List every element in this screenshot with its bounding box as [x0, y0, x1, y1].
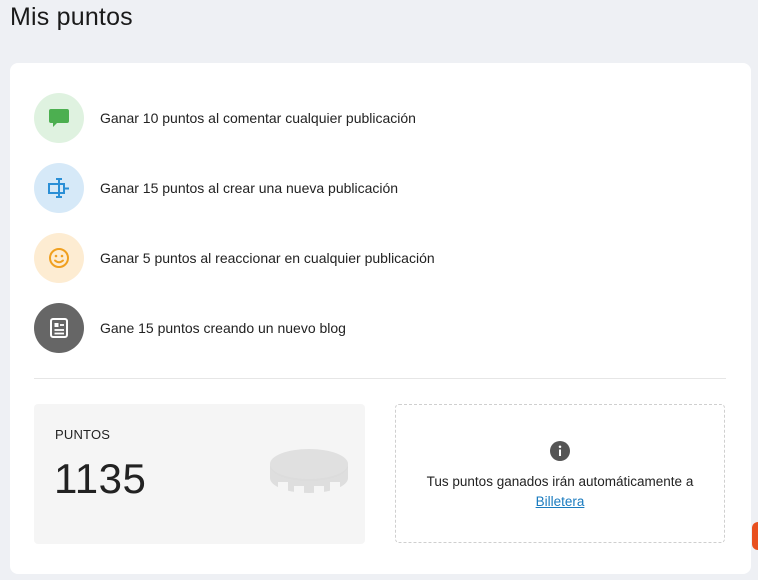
wallet-info-text: Tus puntos ganados irán automáticamente … [396, 472, 724, 512]
coin-icon [270, 449, 348, 495]
points-balance-box: PUNTOS 1135 [34, 404, 365, 544]
comment-icon [34, 93, 84, 143]
points-label: PUNTOS [55, 427, 111, 442]
points-value: 1135 [54, 455, 147, 502]
new-post-icon [34, 163, 84, 213]
rule-label: Ganar 5 puntos al reaccionar en cualquie… [100, 250, 435, 266]
rule-label: Ganar 15 puntos al crear una nueva publi… [100, 180, 399, 196]
divider [34, 378, 726, 379]
wallet-info-box: Tus puntos ganados irán automáticamente … [395, 404, 725, 543]
rule-label: Ganar 10 puntos al comentar cualquier pu… [100, 110, 416, 126]
rule-item-new-post: Ganar 15 puntos al crear una nueva publi… [34, 163, 726, 213]
wallet-link[interactable]: Billetera [536, 494, 585, 509]
page-title: Mis puntos [10, 3, 133, 31]
smiley-icon [34, 233, 84, 283]
info-icon [550, 441, 570, 461]
floating-widget-edge[interactable] [752, 522, 758, 550]
points-rules-list: Ganar 10 puntos al comentar cualquier pu… [34, 93, 726, 373]
points-card: Ganar 10 puntos al comentar cualquier pu… [10, 63, 751, 574]
rule-item-reaction: Ganar 5 puntos al reaccionar en cualquie… [34, 233, 726, 283]
rule-item-blog: Gane 15 puntos creando un nuevo blog [34, 303, 726, 353]
wallet-info-message: Tus puntos ganados irán automáticamente … [426, 474, 694, 489]
rule-item-comment: Ganar 10 puntos al comentar cualquier pu… [34, 93, 726, 143]
rule-label: Gane 15 puntos creando un nuevo blog [100, 320, 346, 336]
blog-icon [34, 303, 84, 353]
